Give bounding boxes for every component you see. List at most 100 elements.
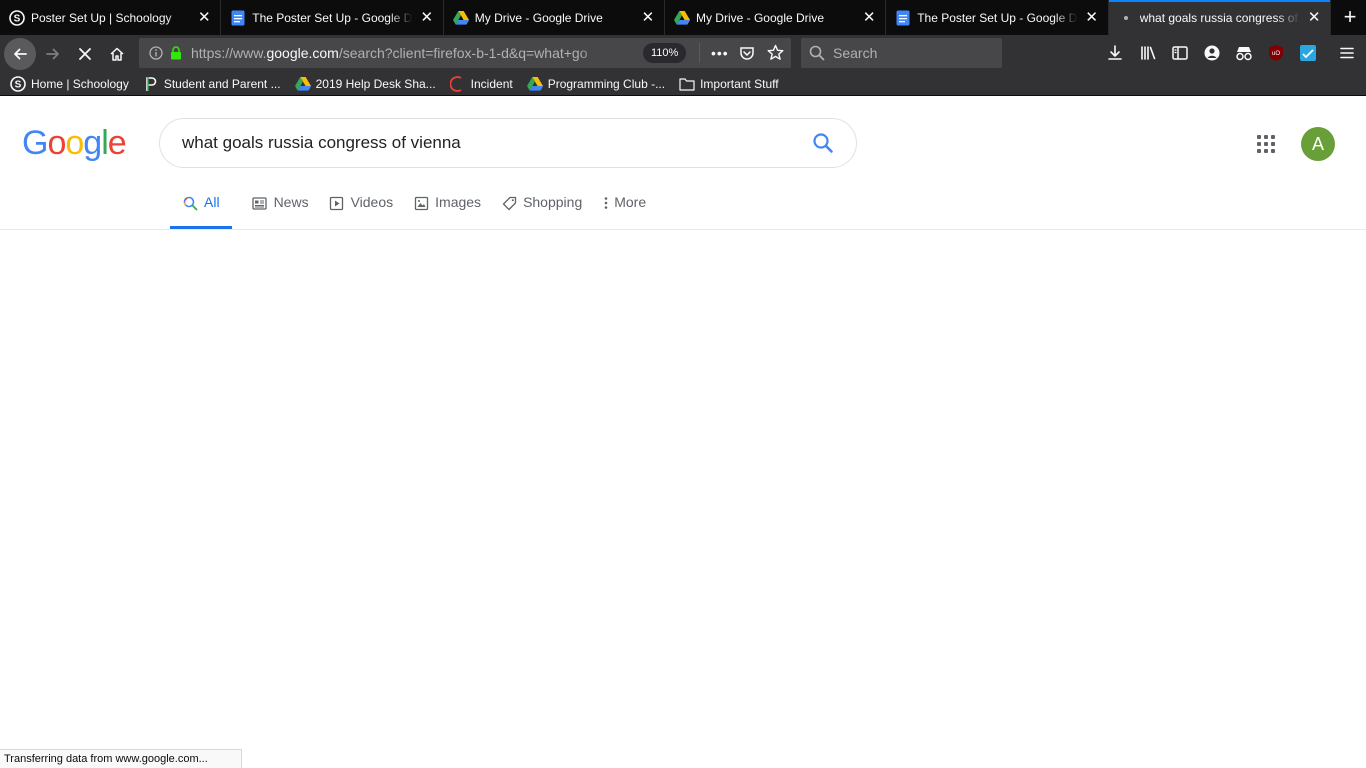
loading-dot-icon [1118, 10, 1134, 26]
home-button[interactable] [101, 38, 133, 70]
google-docs-icon [230, 10, 246, 26]
divider [699, 43, 700, 63]
back-arrow-icon [14, 48, 27, 59]
close-tab-icon[interactable]: ✕ [861, 9, 877, 26]
url-domain: google.com [266, 45, 339, 61]
tab-label: More [614, 194, 647, 210]
tab-title: what goals russia congress of v [1139, 10, 1301, 25]
status-bar: Transferring data from www.google.com... [0, 749, 242, 768]
stop-button[interactable] [69, 38, 101, 70]
zoom-reset-button[interactable]: 110% [643, 43, 687, 63]
tab-more[interactable]: More [602, 192, 646, 229]
close-tab-icon[interactable]: ✕ [640, 9, 656, 26]
schoology-icon: S [10, 75, 26, 92]
downloads-icon[interactable] [1106, 44, 1124, 67]
bookmark-label: Programming Club -... [547, 76, 666, 91]
bookmark-label: Student and Parent ... [163, 76, 281, 91]
tab-strip: S Poster Set Up | Schoology ✕ The Poster… [0, 0, 1366, 35]
close-tab-icon[interactable]: ✕ [1084, 9, 1100, 26]
logo-letter: e [107, 124, 127, 162]
account-icon[interactable] [1203, 44, 1221, 67]
google-results-page: Google what goals russia congress of vie… [0, 96, 1366, 768]
browser-tab[interactable]: The Poster Set Up - Google Do ✕ [221, 0, 444, 35]
google-search-box[interactable]: what goals russia congress of vienna [159, 118, 857, 168]
bookmark-item[interactable]: S Home | Schoology [10, 75, 129, 92]
search-query-input[interactable]: what goals russia congress of vienna [182, 133, 808, 153]
schoology-icon: S [9, 9, 25, 26]
browser-tab[interactable]: The Poster Set Up - Google Do ✕ [886, 0, 1109, 35]
tab-label: All [204, 194, 220, 210]
news-icon [252, 195, 268, 211]
bookmark-label: Home | Schoology [31, 76, 129, 91]
tab-label: Images [435, 194, 482, 210]
browser-tab[interactable]: S Poster Set Up | Schoology ✕ [0, 0, 222, 35]
close-tab-icon[interactable]: ✕ [419, 9, 435, 26]
image-icon [413, 195, 429, 211]
forward-arrow-icon [46, 48, 59, 59]
browser-tab-active[interactable]: what goals russia congress of v ✕ [1108, 0, 1332, 35]
tab-title: My Drive - Google Drive [474, 10, 603, 25]
video-icon [329, 195, 345, 211]
search-icon [182, 195, 198, 211]
google-logo[interactable]: Google [22, 124, 127, 163]
browser-tab[interactable]: My Drive - Google Drive ✕ [665, 0, 887, 35]
info-icon[interactable] [148, 45, 164, 61]
bookmark-item[interactable]: 2019 Help Desk Sha... [294, 76, 436, 92]
close-tab-icon[interactable]: ✕ [196, 9, 212, 26]
url-bar[interactable]: https://www.google.com/search?client=fir… [139, 38, 791, 68]
powerschool-icon [143, 76, 159, 92]
new-tab-button[interactable]: + [1334, 0, 1366, 35]
tab-title: The Poster Set Up - Google Do [917, 10, 1078, 25]
library-icon[interactable] [1139, 44, 1157, 67]
tag-icon [501, 195, 517, 211]
bookmark-item[interactable]: Programming Club -... [526, 76, 666, 92]
bookmark-label: Important Stuff [700, 76, 779, 91]
close-tab-icon[interactable]: ✕ [1306, 9, 1322, 26]
lock-icon[interactable] [169, 45, 183, 61]
hamburger-menu-icon[interactable] [1338, 44, 1356, 67]
divider [0, 229, 1366, 230]
bookmark-item[interactable]: Student and Parent ... [143, 76, 281, 92]
tab-all[interactable]: All [170, 192, 232, 229]
extension-check-icon[interactable] [1299, 44, 1317, 67]
sidebar-icon[interactable] [1171, 44, 1189, 67]
avatar[interactable]: A [1301, 127, 1335, 161]
bookmark-label: Incident [470, 76, 513, 91]
logo-letter: g [83, 124, 102, 162]
svg-text:S: S [15, 79, 22, 90]
bookmarks-toolbar: S Home | Schoology Student and Parent ..… [0, 72, 1366, 96]
google-apps-icon[interactable] [1254, 132, 1278, 156]
search-bar[interactable]: Search [801, 38, 1002, 68]
google-drive-icon [526, 76, 543, 92]
search-button[interactable] [808, 128, 838, 158]
tab-images[interactable]: Images [413, 192, 481, 229]
google-docs-icon [895, 10, 911, 26]
bookmark-star-icon[interactable] [767, 44, 784, 66]
logo-letter: G [22, 124, 48, 162]
tab-videos[interactable]: Videos [329, 192, 394, 229]
bookmark-item[interactable]: Incident [449, 75, 513, 92]
search-placeholder: Search [833, 45, 878, 61]
google-drive-icon [673, 10, 690, 26]
tab-title: Poster Set Up | Schoology [31, 10, 172, 25]
bookmark-label: 2019 Help Desk Sha... [315, 76, 436, 91]
tab-label: Shopping [523, 194, 583, 210]
search-icon [813, 133, 833, 153]
pocket-icon[interactable] [739, 45, 755, 66]
forward-button[interactable] [37, 38, 69, 70]
search-tabs: All News Videos Images Shopping More [170, 192, 666, 229]
back-button[interactable] [4, 37, 36, 70]
page-actions-icon[interactable]: ••• [711, 45, 729, 61]
bookmark-folder[interactable]: Important Stuff [679, 76, 779, 92]
tab-label: Videos [350, 194, 394, 210]
extension-incognito-icon[interactable] [1234, 45, 1254, 66]
tab-shopping[interactable]: Shopping [501, 192, 582, 229]
incident-icon [449, 75, 466, 92]
url-text[interactable]: https://www.google.com/search?client=fir… [191, 45, 611, 61]
tab-news[interactable]: News [252, 192, 309, 229]
tab-label: News [273, 194, 309, 210]
browser-tab[interactable]: My Drive - Google Drive ✕ [444, 0, 665, 35]
folder-icon [679, 76, 695, 92]
ublock-icon[interactable]: uO [1267, 44, 1285, 67]
google-drive-icon [452, 10, 469, 26]
